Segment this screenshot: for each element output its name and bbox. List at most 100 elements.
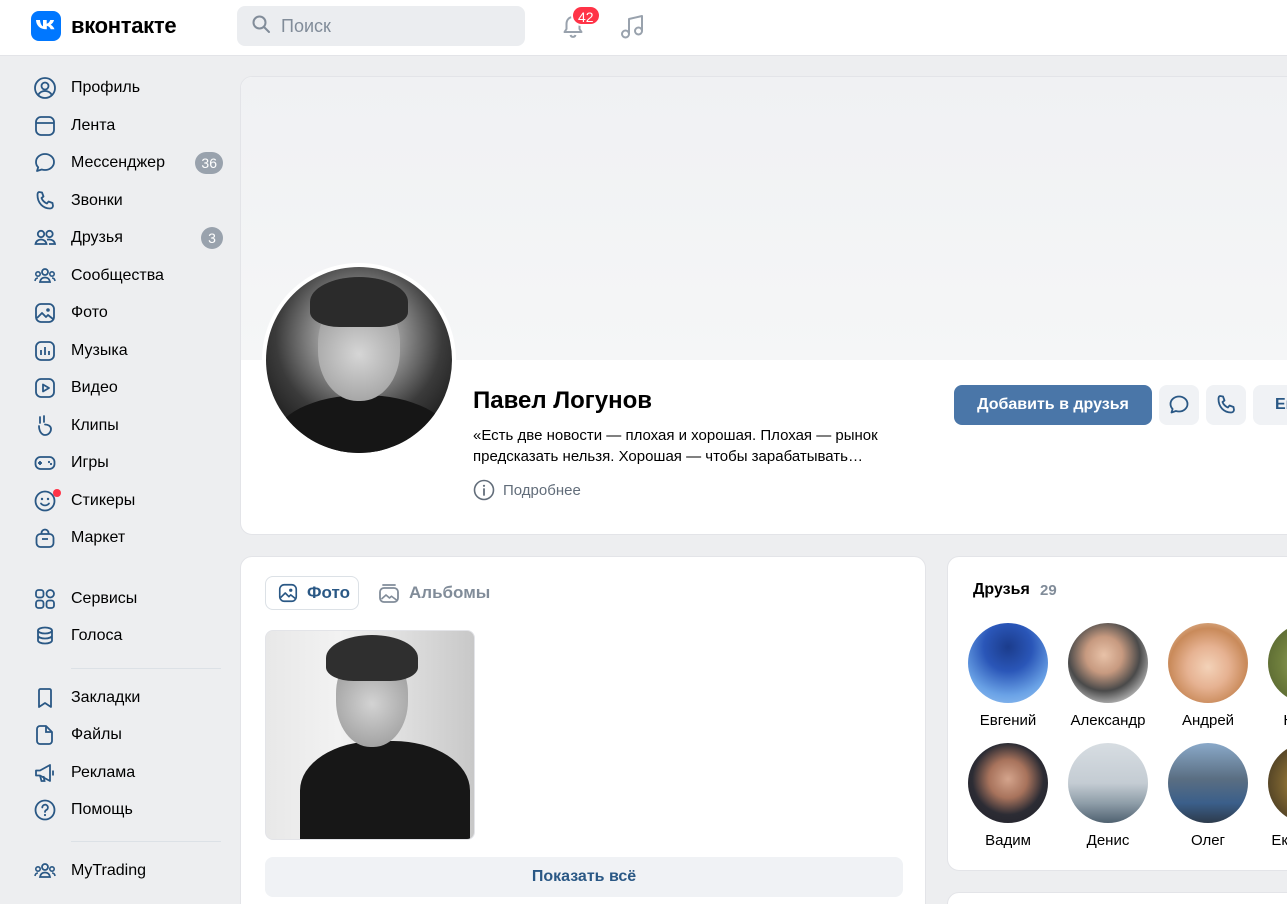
search-box[interactable] xyxy=(237,6,525,46)
music-player-button[interactable] xyxy=(618,12,648,42)
friend-avatar xyxy=(1268,743,1287,823)
communities-icon xyxy=(31,262,59,290)
friend-avatar xyxy=(968,743,1048,823)
profile-avatar[interactable] xyxy=(262,263,456,457)
sidebar-item-music[interactable]: Музыка xyxy=(31,333,225,369)
sidebar-item-label: Клипы xyxy=(71,417,119,434)
friend-item[interactable]: Андрей xyxy=(1158,623,1258,729)
photo-icon xyxy=(278,583,298,603)
coins-icon xyxy=(31,622,59,650)
friends-count-badge: 3 xyxy=(201,227,223,249)
search-icon xyxy=(251,14,271,39)
friend-avatar xyxy=(1268,623,1287,703)
search-input[interactable] xyxy=(281,15,501,37)
sidebar-item-label: MyTrading xyxy=(71,862,146,879)
friend-name: Евгений xyxy=(979,712,1037,729)
avatar-photo-detail xyxy=(310,277,408,327)
add-friend-button[interactable]: Добавить в друзья xyxy=(954,385,1152,425)
sidebar-item-clips[interactable]: Клипы xyxy=(31,408,225,444)
profile-status: «Есть две новости — плохая и хорошая. Пл… xyxy=(473,427,878,465)
sidebar-item-label: Сообщества xyxy=(71,267,164,284)
sidebar-item-calls[interactable]: Звонки xyxy=(31,183,225,219)
sidebar-item-feed[interactable]: Лента xyxy=(31,108,225,144)
user-circle-icon xyxy=(31,74,59,102)
sidebar-item-friends[interactable]: Друзья 3 xyxy=(31,220,225,256)
show-all-photos-button[interactable]: Показать всё xyxy=(265,857,903,897)
sidebar-item-label: Музыка xyxy=(71,342,128,359)
friend-item[interactable]: Екатерина xyxy=(1258,743,1287,849)
friend-item[interactable]: Олег xyxy=(1158,743,1258,849)
friend-name: Вадим xyxy=(985,832,1031,849)
logo-text: вконтакте xyxy=(71,13,177,38)
sidebar-item-mytrading[interactable]: MyTrading xyxy=(31,853,225,889)
sidebar-item-profile[interactable]: Профиль xyxy=(31,70,225,106)
friend-name: Александр xyxy=(1070,712,1146,729)
photo-icon xyxy=(31,299,59,327)
friend-item[interactable]: Никита xyxy=(1258,623,1287,729)
friend-avatar xyxy=(1068,743,1148,823)
sidebar-item-games[interactable]: Игры xyxy=(31,445,225,481)
friend-avatar xyxy=(1168,743,1248,823)
phone-icon xyxy=(1217,395,1235,414)
sidebar-item-label: Звонки xyxy=(71,192,123,209)
sidebar-item-votes[interactable]: Голоса xyxy=(31,618,225,654)
sidebar-item-label: Стикеры xyxy=(71,492,136,509)
sidebar-item-market[interactable]: Маркет xyxy=(31,520,225,556)
tab-photos-label: Фото xyxy=(307,583,350,602)
sidebar-item-label: Реклама xyxy=(71,764,136,781)
friend-name: Екатерина xyxy=(1271,832,1287,849)
sidebar-item-files[interactable]: Файлы xyxy=(31,717,225,753)
vk-logo-icon xyxy=(31,11,61,41)
services-icon xyxy=(31,585,59,613)
tab-albums-label: Альбомы xyxy=(409,583,491,602)
friends-title[interactable]: Друзья xyxy=(973,581,1030,599)
thumbnail-detail xyxy=(326,635,418,681)
message-icon xyxy=(1169,395,1189,414)
new-stickers-dot xyxy=(53,489,61,497)
sidebar-divider xyxy=(71,841,221,842)
friend-item[interactable]: Евгений xyxy=(958,623,1058,729)
friend-item[interactable]: Вадим xyxy=(958,743,1058,849)
phone-icon xyxy=(31,187,59,215)
more-actions-button[interactable]: Ещё xyxy=(1253,385,1287,425)
vk-logo[interactable]: вконтакте xyxy=(31,11,177,41)
call-button[interactable] xyxy=(1206,385,1246,425)
market-icon xyxy=(31,524,59,552)
friends-card: Друзья 29 Евгений Александр Андрей Никит… xyxy=(947,556,1287,871)
friend-item[interactable]: Денис xyxy=(1058,743,1158,849)
sidebar-item-label: Маркет xyxy=(71,529,126,546)
friend-item[interactable]: Александр xyxy=(1058,623,1158,729)
sidebar-item-video[interactable]: Видео xyxy=(31,370,225,406)
sidebar-item-label: Помощь xyxy=(71,801,133,818)
feed-icon xyxy=(31,112,59,140)
sidebar-item-communities[interactable]: Сообщества xyxy=(31,258,225,294)
bookmark-icon xyxy=(31,684,59,712)
megaphone-icon xyxy=(31,759,59,787)
music-icon xyxy=(31,337,59,365)
messenger-count-badge: 36 xyxy=(195,152,223,174)
video-icon xyxy=(31,374,59,402)
group-icon xyxy=(31,857,59,885)
sidebar-item-help[interactable]: Помощь xyxy=(31,792,225,828)
sidebar-item-services[interactable]: Сервисы xyxy=(31,581,225,617)
profile-details-link[interactable]: Подробнее xyxy=(473,479,581,501)
avatar-photo-detail xyxy=(274,395,452,453)
tab-albums[interactable]: Альбомы xyxy=(377,576,490,610)
sidebar-item-photo[interactable]: Фото xyxy=(31,295,225,331)
sidebar-item-label: Видео xyxy=(71,379,118,396)
sidebar-item-messenger[interactable]: Мессенджер 36 xyxy=(31,145,225,181)
sidebar-item-stickers[interactable]: Стикеры xyxy=(31,483,225,519)
sidebar-item-bookmarks[interactable]: Закладки xyxy=(31,680,225,716)
info-icon xyxy=(473,479,495,501)
file-icon xyxy=(31,721,59,749)
sidebar-item-label: Голоса xyxy=(71,627,123,644)
sidebar-item-ads[interactable]: Реклама xyxy=(31,755,225,791)
message-button[interactable] xyxy=(1159,385,1199,425)
friend-name: Денис xyxy=(1086,832,1130,849)
photo-thumbnail[interactable] xyxy=(265,630,475,840)
friend-avatar xyxy=(1168,623,1248,703)
tab-photos[interactable]: Фото xyxy=(265,576,359,610)
friends-count: 29 xyxy=(1040,582,1057,599)
gamepad-icon xyxy=(31,449,59,477)
albums-icon xyxy=(379,584,399,603)
